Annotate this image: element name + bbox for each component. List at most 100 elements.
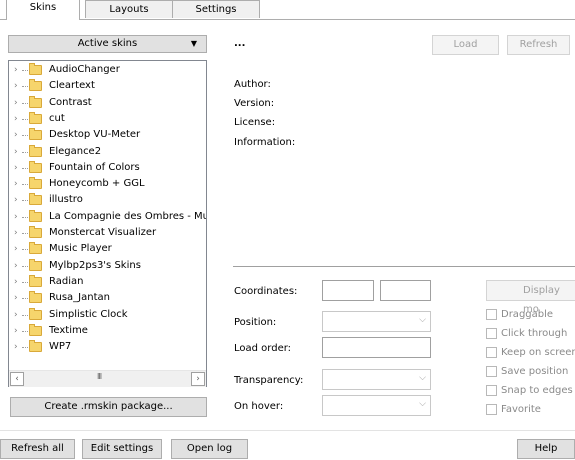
chevron-right-icon[interactable]: › xyxy=(14,144,22,160)
chevron-right-icon[interactable]: › xyxy=(14,78,22,94)
tree-connector xyxy=(22,70,28,71)
separator xyxy=(233,266,575,267)
tree-item-label: Cleartext xyxy=(49,80,95,92)
tree-item-label: Monstercat Visualizer xyxy=(49,227,157,238)
scroll-left-icon[interactable]: ‹ xyxy=(10,372,24,386)
chevron-right-icon[interactable]: › xyxy=(14,241,22,257)
checkbox-icon xyxy=(486,404,497,415)
on-hover-select[interactable]: ⌵ xyxy=(322,395,431,416)
display-monitor-button[interactable]: Display mo xyxy=(486,280,575,315)
chevron-down-icon: ⌵ xyxy=(419,399,426,409)
chevron-right-icon[interactable]: › xyxy=(14,127,22,143)
active-skins-label: Active skins xyxy=(77,38,138,49)
chevron-right-icon[interactable]: › xyxy=(14,274,22,290)
tree-connector xyxy=(22,249,28,251)
folder-icon xyxy=(29,63,42,75)
chevron-right-icon[interactable]: › xyxy=(14,290,22,306)
checkbox-icon xyxy=(486,328,497,339)
tab-settings[interactable]: Settings xyxy=(172,0,260,18)
tree-item-label: Elegance2 xyxy=(49,145,102,157)
skins-tree[interactable]: › AudioChanger › Cleartext › Contrast › cut › Des… xyxy=(8,60,207,387)
chevron-right-icon[interactable]: › xyxy=(14,323,22,339)
on-hover-label: On hover: xyxy=(234,401,284,412)
edit-settings-button[interactable]: Edit settings xyxy=(82,439,162,459)
chevron-right-icon[interactable]: › xyxy=(14,95,22,111)
checkbox-icon xyxy=(486,366,497,377)
checkbox-icon xyxy=(486,385,497,396)
folder-icon xyxy=(29,177,42,190)
chevron-right-icon[interactable]: › xyxy=(14,62,22,78)
folder-icon xyxy=(29,291,42,304)
open-log-button[interactable]: Open log xyxy=(171,439,248,459)
tree-item-label: Mylbp2ps3's Skins xyxy=(49,259,141,271)
folder-icon xyxy=(29,307,42,320)
tree-connector xyxy=(22,216,28,218)
load-order-field[interactable] xyxy=(322,337,431,358)
tree-item-label: La Compagnie des Ombres - Mu xyxy=(49,210,207,222)
tree-connector xyxy=(22,314,28,316)
coordinates-label: Coordinates: xyxy=(234,286,298,297)
chevron-right-icon[interactable]: › xyxy=(14,111,22,127)
load-order-label: Load order: xyxy=(234,343,292,354)
tree-connector xyxy=(22,281,28,283)
tree-connector xyxy=(22,330,28,332)
folder-icon xyxy=(29,144,42,157)
tree-connector xyxy=(22,298,28,300)
tree-connector xyxy=(22,86,28,88)
scroll-right-icon[interactable]: › xyxy=(191,372,205,386)
create-rmskin-package-button[interactable]: Create .rmskin package... xyxy=(10,397,207,417)
tab-skins[interactable]: Skins xyxy=(6,0,80,20)
refresh-button[interactable]: Refresh xyxy=(507,35,570,55)
transparency-label: Transparency: xyxy=(234,375,304,386)
folder-icon xyxy=(29,340,42,353)
chevron-right-icon[interactable]: › xyxy=(14,160,22,176)
tree-connector xyxy=(22,135,28,137)
folder-icon xyxy=(29,323,42,336)
transparency-select[interactable]: ⌵ xyxy=(322,369,431,390)
tree-connector xyxy=(22,200,28,202)
coordinate-y-field[interactable] xyxy=(380,280,431,301)
horizontal-scrollbar[interactable]: ‹ III › xyxy=(9,370,206,387)
chevron-down-icon: ⌵ xyxy=(419,315,426,325)
tree-connector xyxy=(22,184,28,186)
folder-icon xyxy=(29,193,42,206)
tree-connector xyxy=(22,347,28,349)
tree-item-label: WP7 xyxy=(49,341,72,353)
tab-layouts[interactable]: Layouts xyxy=(85,0,173,18)
chevron-right-icon[interactable]: › xyxy=(14,307,22,323)
tree-connector xyxy=(22,233,28,234)
tree-item-label: Music Player xyxy=(49,243,112,255)
active-skins-button[interactable]: Active skins ▼ xyxy=(8,35,207,53)
tree-item-label: Fountain of Colors xyxy=(49,161,140,173)
refresh-all-button[interactable]: Refresh all xyxy=(0,439,75,459)
active-tab-gap xyxy=(7,19,79,21)
folder-icon xyxy=(29,79,42,92)
folder-icon xyxy=(29,111,42,124)
coordinate-x-field[interactable] xyxy=(322,280,374,301)
tree-item-label: illustro xyxy=(49,194,83,206)
license-label: License: xyxy=(234,117,276,128)
folder-icon xyxy=(29,209,42,222)
chevron-right-icon[interactable]: › xyxy=(14,209,22,225)
folder-icon xyxy=(29,160,42,173)
tree-item-label: Textime xyxy=(49,324,88,336)
version-label: Version: xyxy=(234,98,275,109)
position-select[interactable]: ⌵ xyxy=(322,311,431,332)
chevron-down-icon: ▼ xyxy=(190,39,197,48)
scroll-grip-icon[interactable]: III xyxy=(97,372,102,381)
bottom-divider xyxy=(0,430,575,431)
tree-item-label: Honeycomb + GGL xyxy=(49,178,145,190)
checkbox-icon xyxy=(486,347,497,358)
folder-icon xyxy=(29,226,42,238)
load-button[interactable]: Load xyxy=(432,35,499,55)
chevron-right-icon[interactable]: › xyxy=(14,192,22,208)
chevron-right-icon[interactable]: › xyxy=(14,176,22,192)
chevron-right-icon[interactable]: › xyxy=(14,258,22,274)
help-button[interactable]: Help xyxy=(517,439,575,459)
position-label: Position: xyxy=(234,317,277,328)
skin-name: ... xyxy=(234,38,246,49)
author-label: Author: xyxy=(234,79,271,90)
chevron-right-icon[interactable]: › xyxy=(14,225,22,241)
chevron-right-icon[interactable]: › xyxy=(14,339,22,355)
chevron-down-icon: ⌵ xyxy=(419,373,426,383)
